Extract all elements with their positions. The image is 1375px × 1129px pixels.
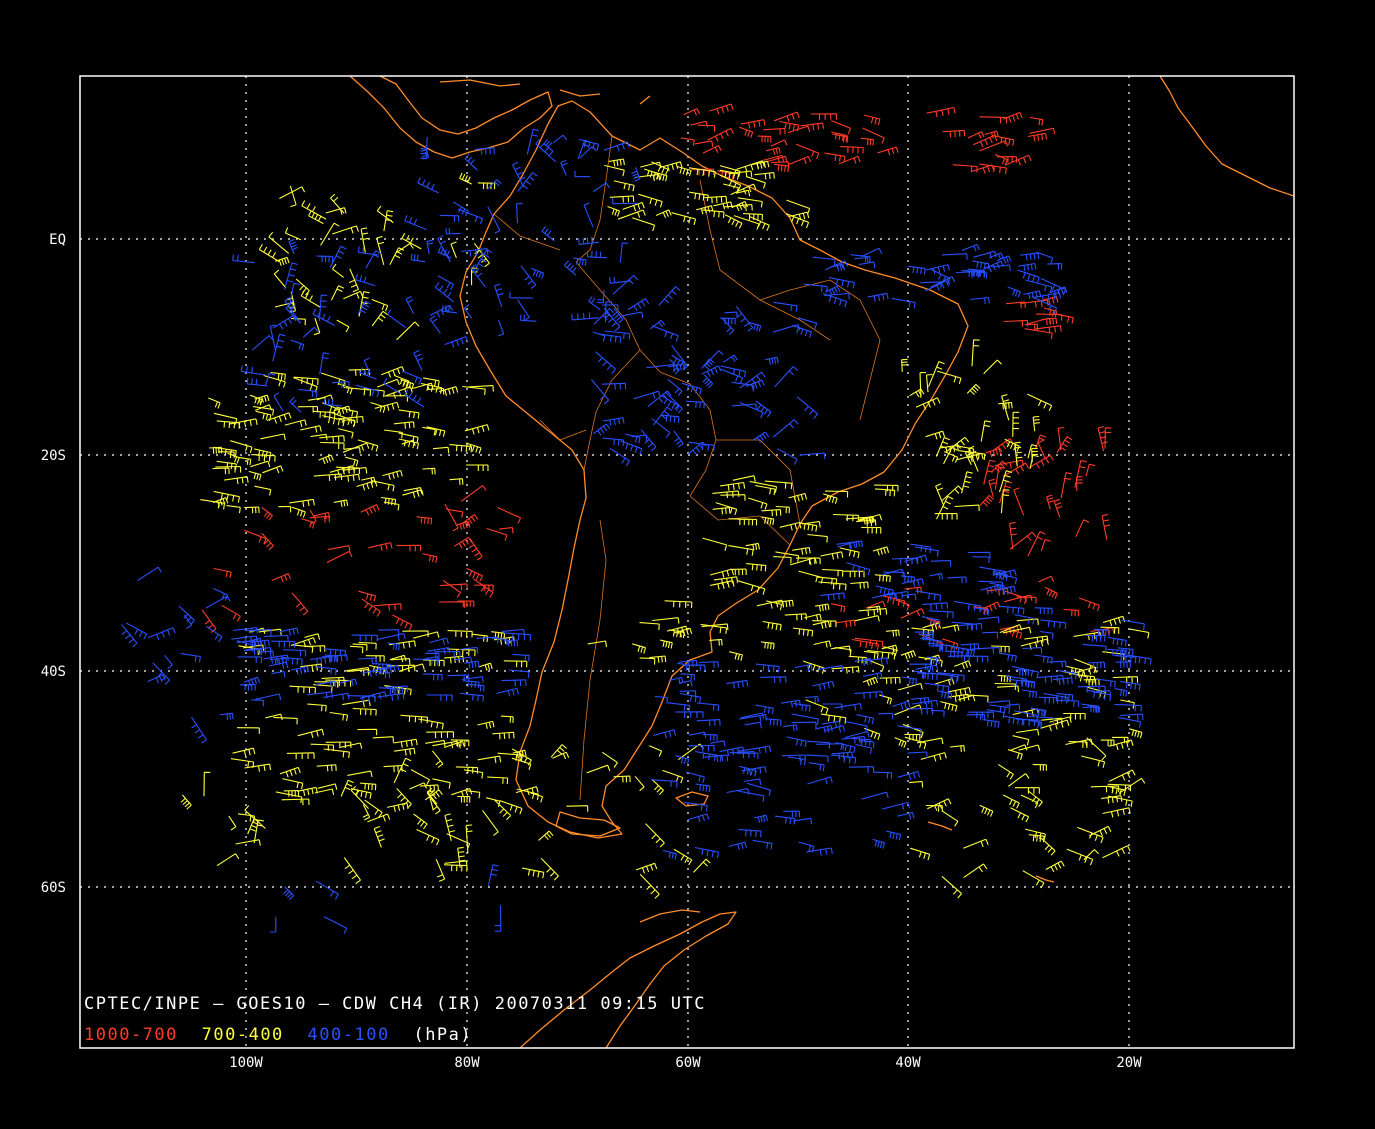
legend-400-100: 400-100 xyxy=(308,1025,390,1045)
lat-label-40s: 40S xyxy=(41,664,66,680)
legend-700-400: 700-400 xyxy=(202,1025,284,1045)
lat-label-60s: 60S xyxy=(41,880,66,896)
lon-label-40w: 40W xyxy=(895,1055,921,1071)
legend-1000-700: 1000-700 xyxy=(84,1025,178,1045)
pressure-legend: 1000-700 700-400 400-100 (hPa) xyxy=(84,1025,472,1045)
lon-label-20w: 20W xyxy=(1116,1055,1142,1071)
map-title: CPTEC/INPE — GOES10 — CDW CH4 (IR) 20070… xyxy=(84,994,706,1014)
legend-unit: (hPa) xyxy=(413,1025,472,1045)
lat-label-eq: EQ xyxy=(49,232,66,248)
lat-label-20s: 20S xyxy=(41,448,66,464)
lon-label-80w: 80W xyxy=(454,1055,480,1071)
lon-label-100w: 100W xyxy=(229,1055,263,1071)
wind-map: EQ 20S 40S 60S 100W 80W 60W 40W 20W CPTE… xyxy=(0,0,1375,1125)
lon-label-60w: 60W xyxy=(675,1055,701,1071)
map-canvas: EQ 20S 40S 60S 100W 80W 60W 40W 20W CPTE… xyxy=(0,0,1375,1125)
